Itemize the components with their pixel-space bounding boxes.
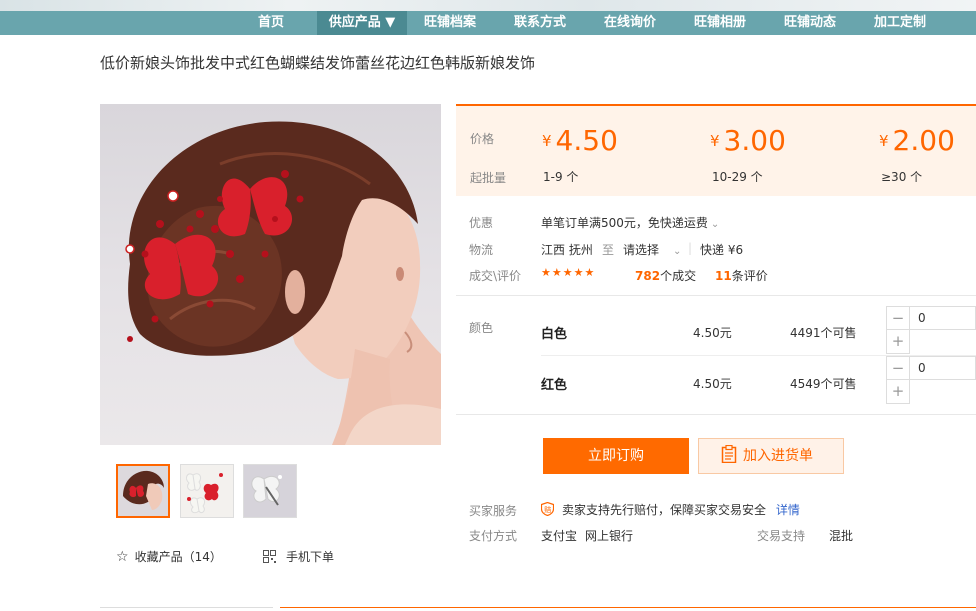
nav-album[interactable]: 旺铺相册 <box>694 11 746 35</box>
mobile-order-label: 手机下单 <box>286 550 335 564</box>
promo-text[interactable]: 单笔订单满500元，免快递运费 ⌄ <box>541 214 719 231</box>
quantity-input[interactable]: 0 <box>910 356 976 380</box>
svg-text:赔: 赔 <box>544 505 551 514</box>
nav-news[interactable]: 旺铺动态 <box>784 11 836 35</box>
buyer-service: 赔 卖家支持先行赔付，保障买家交易安全 详情 <box>540 501 800 518</box>
sku-price-white: 4.50元 <box>693 326 732 340</box>
color-label: 颜色 <box>469 321 494 335</box>
nav-profile[interactable]: 旺铺档案 <box>424 11 476 35</box>
moq-label: 起批量 <box>470 171 507 185</box>
thumbnail-2[interactable] <box>180 464 234 518</box>
decrease-button[interactable]: − <box>886 356 910 380</box>
sku-stock-red: 4549个可售 <box>790 377 857 391</box>
tier-price-2: ¥3.00 <box>710 124 786 157</box>
trade-support-value: 混批 <box>829 529 854 543</box>
decrease-button[interactable]: − <box>886 306 910 330</box>
nav-inquiry[interactable]: 在线询价 <box>604 11 656 35</box>
nav-home[interactable]: 首页 <box>258 11 284 35</box>
nav-products[interactable]: 供应产品 ▼ <box>317 11 407 35</box>
sku-name-red: 红色 <box>541 378 568 393</box>
clipboard-icon <box>721 442 739 476</box>
thumbnail-1[interactable] <box>116 464 170 518</box>
quantity-stepper-white: − 0 + <box>886 306 976 354</box>
thumbnail-3[interactable] <box>243 464 297 518</box>
payment-label: 支付方式 <box>469 529 518 543</box>
divider <box>456 414 976 415</box>
qr-code-icon <box>263 550 276 563</box>
mobile-order-button[interactable]: 手机下单 <box>263 548 334 565</box>
logistics-to: 至 <box>602 243 615 257</box>
favorite-label: 收藏产品（14） <box>134 550 222 564</box>
product-main-image[interactable] <box>100 104 441 445</box>
thumbnail-image <box>181 465 233 517</box>
divider <box>100 607 273 608</box>
increase-button[interactable]: + <box>886 330 910 354</box>
buyer-service-label: 买家服务 <box>469 504 518 518</box>
logistics-origin: 江西 抚州 <box>541 243 593 257</box>
tier-moq-2: 10-29 个 <box>712 170 763 184</box>
nav-contact[interactable]: 联系方式 <box>514 11 566 35</box>
top-banner <box>0 0 976 11</box>
tier-price-1: ¥4.50 <box>542 124 618 157</box>
deals-label: 成交\评价 <box>469 269 522 283</box>
price-label: 价格 <box>470 132 495 146</box>
shop-nav: 首页 供应产品 ▼ 旺铺档案 联系方式 在线询价 旺铺相册 旺铺动态 加工定制 <box>0 11 976 35</box>
price-panel: 价格 起批量 ¥4.50 1-9 个 ¥3.00 10-29 个 ¥2.00 ≥… <box>456 104 976 196</box>
favorite-button[interactable]: ☆ 收藏产品（14） <box>116 548 222 565</box>
rating-stars: ★★★★★ <box>541 266 596 279</box>
promo-label: 优惠 <box>469 216 494 230</box>
chevron-down-icon: ⌄ <box>673 246 682 257</box>
divider: | <box>688 241 693 255</box>
reviews-count[interactable]: 11条评价 <box>715 267 768 284</box>
divider <box>456 295 976 296</box>
destination-select[interactable]: 请选择 ⌄ <box>623 241 681 258</box>
quantity-stepper-red: − 0 + <box>886 356 976 404</box>
nav-custom[interactable]: 加工定制 <box>874 11 926 35</box>
add-to-cart-button[interactable]: 加入进货单 <box>698 438 844 474</box>
tier-moq-3: ≥30 个 <box>881 170 923 184</box>
payment-bank: 网上银行 <box>585 529 634 543</box>
thumbnail-image <box>244 465 296 517</box>
star-outline-icon: ☆ <box>116 549 129 565</box>
deals-count[interactable]: 782个成交 <box>635 267 696 284</box>
chevron-down-icon: ⌄ <box>710 219 720 230</box>
sku-name-white: 白色 <box>541 327 568 342</box>
divider <box>280 607 976 608</box>
product-photo <box>125 121 441 445</box>
buy-now-button[interactable]: 立即订购 <box>543 438 689 474</box>
payment-alipay: 支付宝 <box>541 529 578 543</box>
logistics-label: 物流 <box>469 243 494 257</box>
increase-button[interactable]: + <box>886 380 910 404</box>
quantity-input[interactable]: 0 <box>910 306 976 330</box>
tier-moq-1: 1-9 个 <box>543 170 579 184</box>
shield-icon: 赔 <box>540 501 555 517</box>
sku-price-red: 4.50元 <box>693 377 732 391</box>
tier-price-3: ¥2.00 <box>879 124 955 157</box>
thumbnail-image <box>118 466 168 516</box>
product-title: 低价新娘头饰批发中式红色蝴蝶结发饰蕾丝花边红色韩版新娘发饰 <box>100 54 536 72</box>
trade-support-label: 交易支持 <box>757 529 806 543</box>
details-link[interactable]: 详情 <box>776 503 800 517</box>
sku-stock-white: 4491个可售 <box>790 326 857 340</box>
shipping-fee: 快递 ¥6 <box>700 243 744 257</box>
